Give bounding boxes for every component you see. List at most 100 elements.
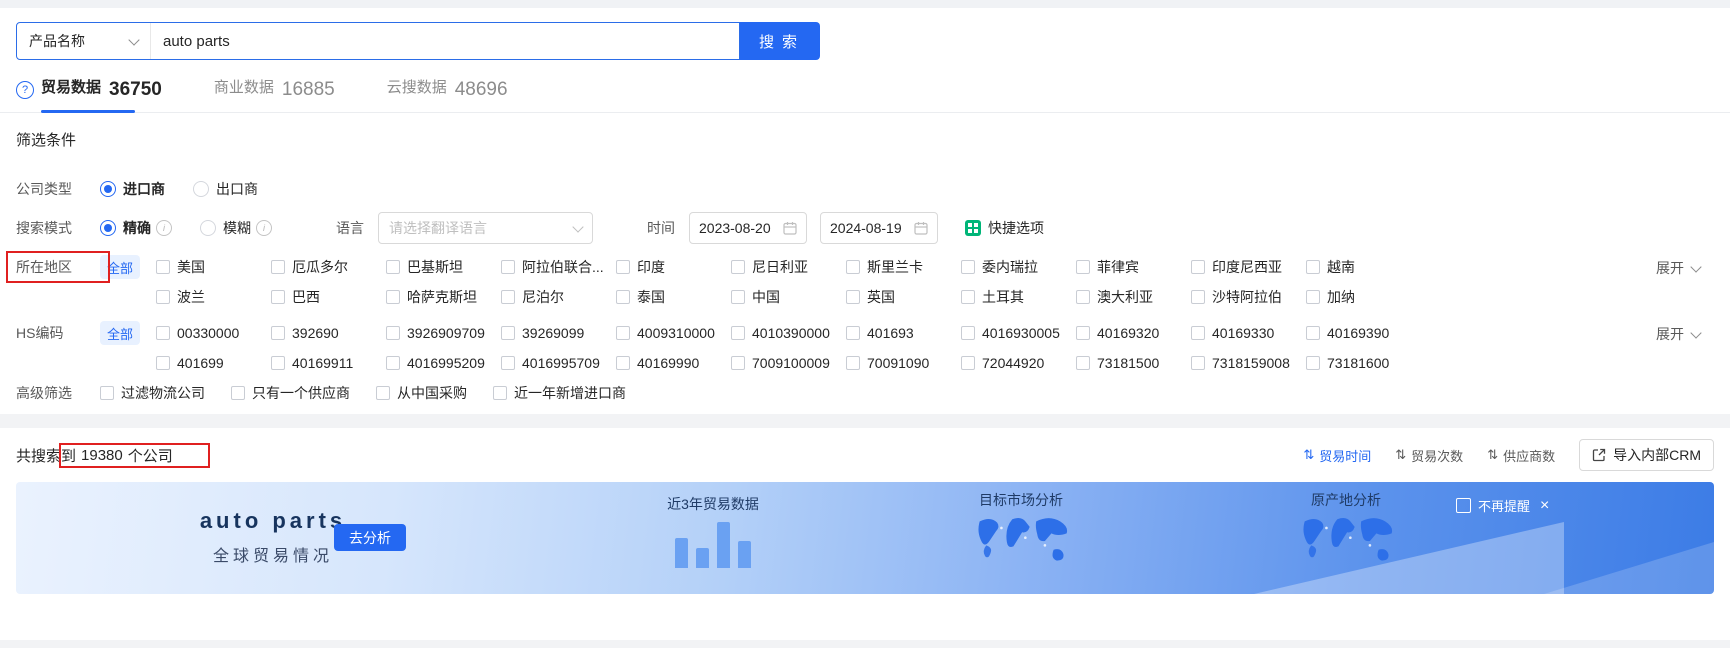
checkbox-label: 中国 xyxy=(752,289,780,305)
hs-code-checkbox[interactable]: 73181500 xyxy=(1076,355,1191,371)
region-expand-button[interactable]: 展开 xyxy=(1656,258,1702,278)
region-checkbox[interactable]: 印度 xyxy=(616,257,731,277)
region-checkbox[interactable]: 哈萨克斯坦 xyxy=(386,287,501,307)
summary-suffix: 个公司 xyxy=(127,447,173,465)
analyze-button[interactable]: 去分析 xyxy=(334,524,406,551)
import-crm-button[interactable]: 导入内部CRM xyxy=(1579,439,1714,471)
hs-code-checkbox[interactable]: 4016995209 xyxy=(386,355,501,371)
language-select[interactable]: 请选择翻译语言 xyxy=(378,212,593,244)
hs-code-checkbox[interactable]: 39269099 xyxy=(501,325,616,341)
radio-exact[interactable]: 精确 i xyxy=(100,218,172,238)
dismiss-checkbox[interactable] xyxy=(1456,498,1471,513)
region-checkbox[interactable]: 巴基斯坦 xyxy=(386,257,501,277)
checkbox-icon xyxy=(1191,326,1205,340)
radio-fuzzy[interactable]: 模糊 i xyxy=(200,218,272,238)
advanced-checkbox[interactable]: 只有一个供应商 xyxy=(231,383,350,403)
region-checkbox[interactable]: 厄瓜多尔 xyxy=(271,257,386,277)
radio-exporter[interactable]: 出口商 xyxy=(193,179,258,199)
advanced-checkbox[interactable]: 过滤物流公司 xyxy=(100,383,205,403)
checkbox-icon xyxy=(616,356,630,370)
search-category-select[interactable]: 产品名称 xyxy=(17,23,151,59)
region-checkbox[interactable]: 尼日利亚 xyxy=(731,257,846,277)
sort-trade-time[interactable]: ⇅ 贸易时间 xyxy=(1303,446,1371,465)
checkbox-icon xyxy=(846,290,860,304)
region-checkbox[interactable]: 美国 xyxy=(156,257,271,277)
hs-code-checkbox[interactable]: 40169320 xyxy=(1076,325,1191,341)
region-checkbox[interactable]: 菲律宾 xyxy=(1076,257,1191,277)
close-icon[interactable]: × xyxy=(1540,497,1549,514)
tab-count: 16885 xyxy=(281,79,335,100)
checkbox-icon xyxy=(271,356,285,370)
hs-code-checkbox[interactable]: 70091090 xyxy=(846,355,961,371)
region-checkbox[interactable]: 委内瑞拉 xyxy=(961,257,1076,277)
checkbox-label: 澳大利亚 xyxy=(1097,289,1153,305)
end-date-picker[interactable]: 2024-08-19 xyxy=(820,212,938,244)
hs-expand-button[interactable]: 展开 xyxy=(1656,324,1702,344)
region-checkbox[interactable]: 阿拉伯联合... xyxy=(501,257,616,277)
region-checkbox[interactable]: 中国 xyxy=(731,287,846,307)
hs-code-checkbox[interactable]: 72044920 xyxy=(961,355,1076,371)
hs-code-checkbox[interactable]: 40169990 xyxy=(616,355,731,371)
hs-code-checkbox[interactable]: 4010390000 xyxy=(731,325,846,341)
page: 产品名称 搜索 ? 贸易数据 36750 商业数据 16885 云搜数据 486… xyxy=(0,0,1730,648)
hs-code-checkbox[interactable]: 4016930005 xyxy=(961,325,1076,341)
checkbox-label: 尼日利亚 xyxy=(752,259,808,275)
tab-business-data[interactable]: 商业数据 16885 xyxy=(214,76,335,103)
hs-code-checkbox[interactable]: 40169330 xyxy=(1191,325,1306,341)
hs-code-checkbox[interactable]: 3926909709 xyxy=(386,325,501,341)
region-row-2: 波兰 巴西 哈萨克斯坦 尼泊尔 泰国 中国 英国 土耳其 澳大利亚 沙特阿拉伯 … xyxy=(156,287,1421,307)
quick-options-button[interactable]: 快捷选项 xyxy=(965,218,1044,238)
region-checkbox[interactable]: 加纳 xyxy=(1306,287,1421,307)
hs-code-checkbox[interactable]: 73181600 xyxy=(1306,355,1421,371)
start-date-value: 2023-08-20 xyxy=(699,220,771,236)
results-controls: ⇅ 贸易时间 ⇅ 贸易次数 ⇅ 供应商数 导入内部CRM xyxy=(1303,439,1714,471)
hs-code-checkbox[interactable]: 7318159008 xyxy=(1191,355,1306,371)
hs-code-checkbox[interactable]: 4009310000 xyxy=(616,325,731,341)
hs-code-checkbox[interactable]: 40169390 xyxy=(1306,325,1421,341)
hs-code-checkbox[interactable]: 401699 xyxy=(156,355,271,371)
help-icon[interactable]: ? xyxy=(16,81,34,99)
region-row-1: 美国 厄瓜多尔 巴基斯坦 阿拉伯联合... 印度 尼日利亚 斯里兰卡 委内瑞拉 … xyxy=(156,257,1421,277)
summary-prefix: 共搜索到 xyxy=(16,447,77,465)
region-checkbox[interactable]: 土耳其 xyxy=(961,287,1076,307)
region-checkbox[interactable]: 越南 xyxy=(1306,257,1421,277)
advanced-checkbox[interactable]: 近一年新增进口商 xyxy=(493,383,626,403)
info-icon[interactable]: i xyxy=(256,220,272,236)
hs-code-checkbox[interactable]: 40169911 xyxy=(271,355,386,371)
radio-importer[interactable]: 进口商 xyxy=(100,179,165,199)
region-checkbox[interactable]: 波兰 xyxy=(156,287,271,307)
hs-code-checkbox[interactable]: 00330000 xyxy=(156,325,271,341)
advanced-checkbox[interactable]: 从中国采购 xyxy=(376,383,467,403)
region-checkbox[interactable]: 尼泊尔 xyxy=(501,287,616,307)
sort-trade-count[interactable]: ⇅ 贸易次数 xyxy=(1395,446,1463,465)
checkbox-label: 只有一个供应商 xyxy=(252,385,350,401)
info-icon[interactable]: i xyxy=(156,220,172,236)
checkbox-label: 4016930005 xyxy=(982,325,1060,341)
search-input[interactable] xyxy=(151,23,739,59)
tab-cloud-search-data[interactable]: 云搜数据 48696 xyxy=(387,76,508,103)
region-all-button[interactable]: 全部 xyxy=(100,255,140,279)
radio-label: 精确 xyxy=(123,220,151,236)
checkbox-icon xyxy=(156,326,170,340)
checkbox-icon xyxy=(961,260,975,274)
hs-all-button[interactable]: 全部 xyxy=(100,321,140,345)
region-checkbox[interactable]: 沙特阿拉伯 xyxy=(1191,287,1306,307)
analysis-banner: auto parts 全球贸易情况 去分析 近3年贸易数据 目标市场分析 原产地… xyxy=(16,482,1714,594)
hs-code-checkbox[interactable]: 7009100009 xyxy=(731,355,846,371)
tab-trade-data[interactable]: 贸易数据 36750 xyxy=(41,76,162,113)
region-checkbox[interactable]: 巴西 xyxy=(271,287,386,307)
region-checkbox[interactable]: 澳大利亚 xyxy=(1076,287,1191,307)
search-button[interactable]: 搜索 xyxy=(740,22,820,60)
region-checkbox[interactable]: 英国 xyxy=(846,287,961,307)
start-date-picker[interactable]: 2023-08-20 xyxy=(689,212,807,244)
region-checkbox[interactable]: 斯里兰卡 xyxy=(846,257,961,277)
checkbox-label: 近一年新增进口商 xyxy=(514,385,626,401)
region-checkbox[interactable]: 印度尼西亚 xyxy=(1191,257,1306,277)
checkbox-label: 哈萨克斯坦 xyxy=(407,289,477,305)
sort-supplier-count[interactable]: ⇅ 供应商数 xyxy=(1487,446,1555,465)
hs-code-checkbox[interactable]: 4016995709 xyxy=(501,355,616,371)
hs-code-checkbox[interactable]: 392690 xyxy=(271,325,386,341)
checkbox-label: 印度尼西亚 xyxy=(1212,259,1282,275)
region-checkbox[interactable]: 泰国 xyxy=(616,287,731,307)
hs-code-checkbox[interactable]: 401693 xyxy=(846,325,961,341)
